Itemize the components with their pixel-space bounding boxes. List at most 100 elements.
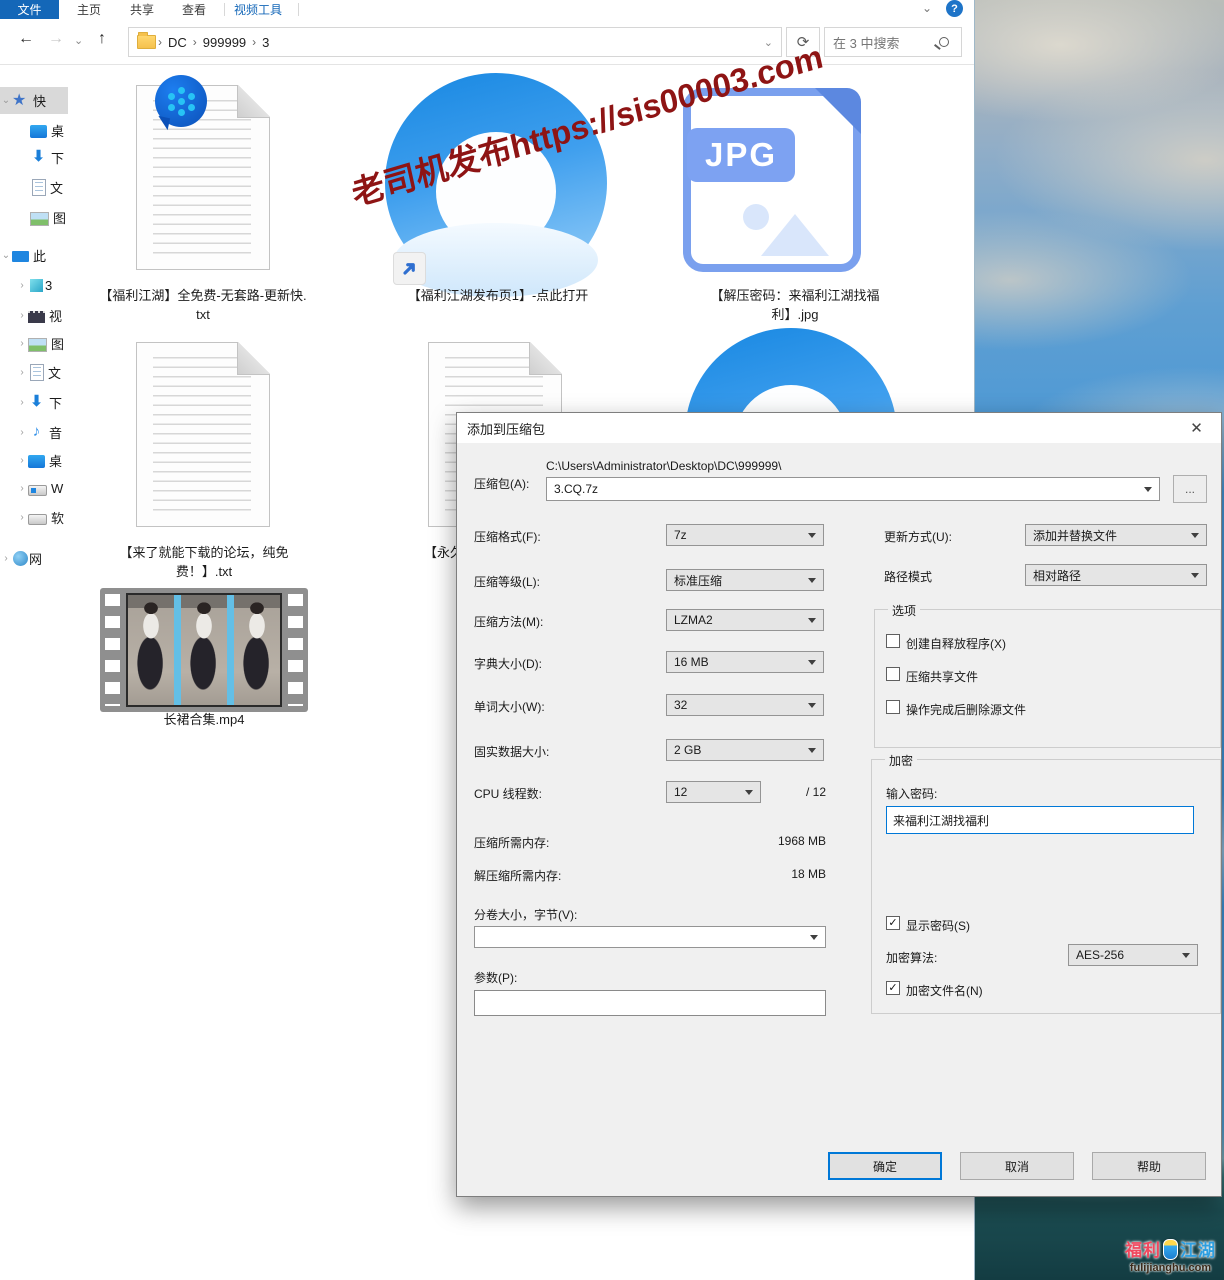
- forward-icon[interactable]: →: [48, 30, 64, 48]
- expand-icon[interactable]: ›: [16, 367, 28, 378]
- tab-share[interactable]: 共享: [130, 0, 154, 19]
- document-icon: [30, 364, 44, 381]
- sidebar-item-network[interactable]: ›网: [0, 545, 68, 572]
- delete-after-checkbox[interactable]: [886, 700, 900, 714]
- dictionary-combobox[interactable]: 16 MB: [666, 651, 824, 673]
- frame-divider: [174, 595, 181, 705]
- shared-files-checkbox[interactable]: [886, 667, 900, 681]
- file-label[interactable]: 【福利江湖发布页1】-点此打开: [388, 286, 608, 305]
- method-combobox[interactable]: LZMA2: [666, 609, 824, 631]
- expand-icon[interactable]: ›: [16, 338, 28, 349]
- address-bar[interactable]: › DC › 999999 › 3 ⌄: [128, 27, 782, 57]
- collapse-icon[interactable]: ⌄: [0, 95, 12, 106]
- parameters-input[interactable]: [474, 990, 826, 1016]
- expand-icon[interactable]: ›: [16, 483, 28, 494]
- ok-button[interactable]: 确定: [828, 1152, 942, 1180]
- quick-access-star-icon: ★: [12, 92, 29, 109]
- chevron-down-icon: [808, 533, 816, 538]
- sidebar-item-downloads-pc[interactable]: ›⬇下: [0, 389, 68, 416]
- tab-home[interactable]: 主页: [77, 0, 101, 19]
- sidebar-item-documents[interactable]: 文: [0, 174, 68, 201]
- tab-divider: [224, 3, 225, 16]
- sidebar-item-pictures-pc[interactable]: ›图: [0, 330, 68, 357]
- sidebar-item-music[interactable]: ›♪音: [0, 419, 68, 446]
- sidebar-item-downloads[interactable]: ⬇下: [0, 144, 68, 171]
- logo-text-right: 江湖: [1180, 1241, 1216, 1260]
- sidebar-item-desktop-pc[interactable]: ›桌: [0, 447, 68, 474]
- sfx-checkbox[interactable]: [886, 634, 900, 648]
- sidebar-item-quick-access[interactable]: ⌄★快: [0, 87, 68, 114]
- sidebar-item-pictures[interactable]: 图: [0, 204, 68, 231]
- solid-size-combobox[interactable]: 2 GB: [666, 739, 824, 761]
- recent-locations-icon[interactable]: ⌄: [74, 34, 83, 47]
- path-mode-combobox[interactable]: 相对路径: [1025, 564, 1207, 586]
- video-thumbnail: [126, 593, 282, 707]
- breadcrumb-3[interactable]: 3: [262, 35, 269, 50]
- word-size-combobox[interactable]: 32: [666, 694, 824, 716]
- back-icon[interactable]: ←: [18, 30, 34, 48]
- sidebar-item-this-pc[interactable]: ⌄此: [0, 242, 68, 269]
- breadcrumb-999999[interactable]: 999999: [203, 35, 246, 50]
- expand-icon[interactable]: ›: [16, 512, 28, 523]
- breadcrumb-separator: ›: [158, 35, 162, 49]
- help-icon[interactable]: ?: [946, 0, 963, 17]
- file-label[interactable]: 【福利江湖】全免费-无套路-更新快.txt: [98, 286, 308, 324]
- filmstrip-holes: [288, 594, 303, 706]
- archive-name-combobox[interactable]: 3.CQ.7z: [546, 477, 1160, 501]
- page-fold: [237, 342, 270, 375]
- show-password-checkbox[interactable]: ✓: [886, 916, 900, 930]
- close-icon[interactable]: ✕: [1174, 413, 1219, 442]
- sidebar-item-windows-c[interactable]: ›W: [0, 475, 68, 502]
- archive-name-value: 3.CQ.7z: [554, 482, 598, 496]
- breadcrumb-dc[interactable]: DC: [168, 35, 187, 50]
- expand-icon[interactable]: ›: [16, 397, 28, 408]
- memory-decompress-value: 18 MB: [726, 867, 826, 881]
- sidebar-item-label: 快: [33, 91, 46, 110]
- logo-text-left: 福利: [1125, 1241, 1161, 1260]
- archive-label: 压缩包(A):: [474, 475, 529, 492]
- password-input[interactable]: [886, 806, 1194, 834]
- image-mountain-glyph: [761, 214, 829, 256]
- document-icon: [32, 179, 46, 196]
- dialog-title-bar[interactable]: 添加到压缩包: [457, 413, 1221, 443]
- cpu-threads-combobox[interactable]: 12: [666, 781, 761, 803]
- dialog-title: 添加到压缩包: [467, 419, 545, 438]
- sidebar-item-3d-objects[interactable]: ›3: [0, 272, 68, 299]
- encryption-method-combobox[interactable]: AES-256: [1068, 944, 1198, 966]
- search-box[interactable]: 在 3 中搜索: [824, 27, 962, 57]
- expand-icon[interactable]: ›: [16, 427, 28, 438]
- shared-files-label: 压缩共享文件: [906, 668, 978, 685]
- video-icon: [28, 311, 45, 323]
- ribbon-collapse-icon[interactable]: ⌄: [922, 1, 932, 15]
- sidebar-item-videos[interactable]: ›视: [0, 302, 68, 329]
- tab-file[interactable]: 文件: [0, 0, 59, 19]
- sidebar-item-desktop[interactable]: 桌: [0, 117, 68, 144]
- expand-icon[interactable]: ›: [16, 310, 28, 321]
- file-label[interactable]: 长裙合集.mp4: [99, 710, 309, 729]
- up-icon[interactable]: ↑: [98, 30, 106, 48]
- help-button[interactable]: 帮助: [1092, 1152, 1206, 1180]
- update-mode-combobox[interactable]: 添加并替换文件: [1025, 524, 1207, 546]
- tab-video-tools[interactable]: 视频工具: [234, 0, 282, 19]
- txt-file-icon[interactable]: [136, 342, 270, 527]
- encrypt-names-checkbox[interactable]: ✓: [886, 981, 900, 995]
- expand-icon[interactable]: ›: [0, 553, 12, 564]
- sidebar-item-drive-d[interactable]: ›软: [0, 504, 68, 531]
- file-label[interactable]: 【解压密码：来福利江湖找福利】.jpg: [700, 286, 890, 324]
- format-combobox[interactable]: 7z: [666, 524, 824, 546]
- video-file-icon[interactable]: [100, 588, 308, 712]
- jpg-file-icon[interactable]: JPG: [683, 88, 861, 272]
- cancel-button[interactable]: 取消: [960, 1152, 1074, 1180]
- file-label[interactable]: 【来了就能下载的论坛，纯免费！】.txt: [106, 543, 302, 581]
- browse-button[interactable]: ...: [1173, 475, 1207, 503]
- level-combobox[interactable]: 标准压缩: [666, 569, 824, 591]
- expand-icon[interactable]: ›: [16, 455, 28, 466]
- tab-view[interactable]: 查看: [182, 0, 206, 19]
- collapse-icon[interactable]: ⌄: [0, 250, 12, 261]
- expand-icon[interactable]: ›: [16, 280, 28, 291]
- sidebar-item-documents-pc[interactable]: ›文: [0, 359, 68, 386]
- volume-size-combobox[interactable]: [474, 926, 826, 948]
- download-arrow-icon: ⬇: [30, 149, 47, 166]
- solid-size-value: 2 GB: [674, 743, 701, 757]
- chevron-down-icon: [808, 618, 816, 623]
